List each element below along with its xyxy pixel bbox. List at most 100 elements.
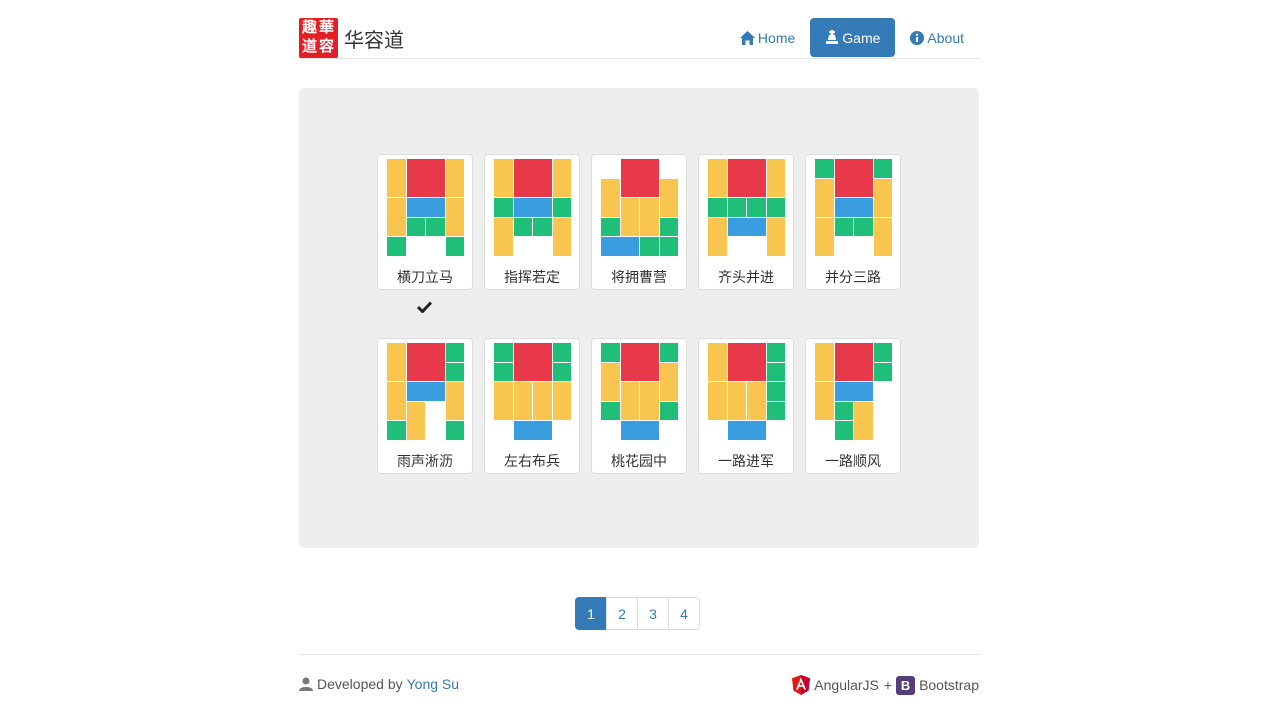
- board-block: [601, 401, 620, 420]
- level-board-preview: [494, 343, 572, 441]
- board-block: [766, 382, 785, 401]
- level-card[interactable]: 将拥曹营: [591, 154, 687, 290]
- level-card[interactable]: 雨声淅沥: [377, 338, 473, 474]
- nav-home-label: Home: [757, 29, 796, 46]
- page-button[interactable]: 3: [637, 597, 669, 630]
- board-block: [766, 401, 785, 420]
- board-block: [406, 382, 445, 401]
- board-block: [445, 382, 464, 420]
- level-card[interactable]: 一路顺风: [805, 338, 901, 474]
- board-block: [873, 362, 892, 381]
- board-block: [552, 382, 571, 420]
- board-block: [513, 198, 552, 217]
- board-block: [406, 217, 425, 236]
- board-block: [494, 159, 513, 197]
- level-board-preview: [387, 343, 465, 441]
- board-block: [640, 198, 659, 236]
- plus-sign: +: [883, 677, 893, 693]
- bootstrap-label: Bootstrap: [919, 677, 979, 693]
- level-label: 指挥若定: [504, 270, 560, 286]
- board-block: [494, 343, 513, 362]
- board-block: [387, 343, 406, 381]
- board-block: [708, 217, 727, 256]
- board-block: [552, 159, 571, 197]
- board-block: [708, 198, 727, 217]
- level-card[interactable]: 并分三路: [805, 154, 901, 290]
- board-block: [552, 198, 571, 217]
- board-block: [601, 237, 639, 256]
- level-card[interactable]: 横刀立马: [377, 154, 473, 290]
- brand[interactable]: 趣 華 道 容 华容道: [299, 18, 404, 58]
- level-card[interactable]: 一路进军: [698, 338, 794, 474]
- game-piece-icon: [826, 30, 839, 44]
- board-block: [873, 178, 892, 217]
- board-block: [708, 343, 727, 381]
- board-block: [552, 343, 571, 362]
- level-label: 一路顺风: [825, 454, 881, 470]
- header: 趣 華 道 容 华容道 Home Game About: [299, 0, 979, 59]
- level-label: 左右布兵: [504, 454, 560, 470]
- board-block: [659, 237, 678, 256]
- board-block: [727, 421, 766, 440]
- board-block: [659, 401, 678, 420]
- board-block: [601, 178, 620, 217]
- level-panel: 横刀立马 指挥若定 将拥曹营 齐头并进 并分三路雨声淅沥 左右布兵 桃花园中 一路进军 一路顺风: [299, 88, 979, 548]
- page-button[interactable]: 2: [606, 597, 638, 630]
- board-block: [445, 159, 464, 197]
- board-block: [834, 217, 853, 236]
- board-block: [854, 217, 873, 236]
- board-block: [834, 401, 853, 420]
- level-card[interactable]: 齐头并进: [698, 154, 794, 290]
- page-button[interactable]: 1: [575, 597, 607, 630]
- board-block: [815, 217, 834, 256]
- nav-game[interactable]: Game: [810, 18, 896, 57]
- board-block: [659, 343, 678, 362]
- board-block: [708, 159, 727, 197]
- board-block: [406, 159, 445, 197]
- author-link[interactable]: Yong Su: [407, 676, 459, 692]
- board-block: [747, 198, 766, 217]
- user-icon: [299, 677, 313, 691]
- board-block: [445, 198, 464, 236]
- nav-game-label: Game: [842, 29, 881, 46]
- seal-logo-icon: 趣 華 道 容: [299, 18, 338, 58]
- board-block: [620, 343, 659, 381]
- board-block: [873, 159, 892, 178]
- level-board-preview: [708, 343, 786, 441]
- board-block: [494, 362, 513, 381]
- app-title: 华容道: [344, 27, 404, 52]
- board-block: [766, 217, 785, 256]
- board-block: [659, 217, 678, 236]
- board-block: [406, 401, 425, 440]
- level-board-preview: [601, 343, 679, 441]
- board-block: [387, 237, 406, 256]
- board-block: [873, 217, 892, 256]
- board-block: [766, 343, 785, 362]
- angular-label: AngularJS: [814, 677, 879, 693]
- board-block: [601, 362, 620, 401]
- level-card[interactable]: 指挥若定: [484, 154, 580, 290]
- page-button[interactable]: 4: [668, 597, 700, 630]
- nav-home[interactable]: Home: [725, 18, 810, 57]
- footer-tech: AngularJS + B Bootstrap: [792, 675, 979, 695]
- footer-credits: Developed by Yong Su: [299, 676, 459, 692]
- board-block: [640, 237, 659, 256]
- board-block: [708, 382, 727, 420]
- nav-about[interactable]: About: [895, 18, 979, 57]
- level-label: 一路进军: [718, 454, 774, 470]
- level-card[interactable]: 桃花园中: [591, 338, 687, 474]
- board-block: [620, 382, 639, 420]
- board-block: [387, 421, 406, 440]
- board-block: [727, 217, 766, 236]
- board-block: [445, 343, 464, 362]
- board-block: [513, 421, 552, 440]
- board-block: [873, 343, 892, 362]
- board-block: [854, 401, 873, 440]
- board-block: [552, 362, 571, 381]
- angular-logo-icon: [792, 675, 811, 695]
- footer: Developed by Yong Su AngularJS + B Boots…: [299, 654, 979, 711]
- level-board-preview: [708, 159, 786, 257]
- level-card[interactable]: 左右布兵: [484, 338, 580, 474]
- board-block: [620, 159, 659, 197]
- board-block: [601, 217, 620, 236]
